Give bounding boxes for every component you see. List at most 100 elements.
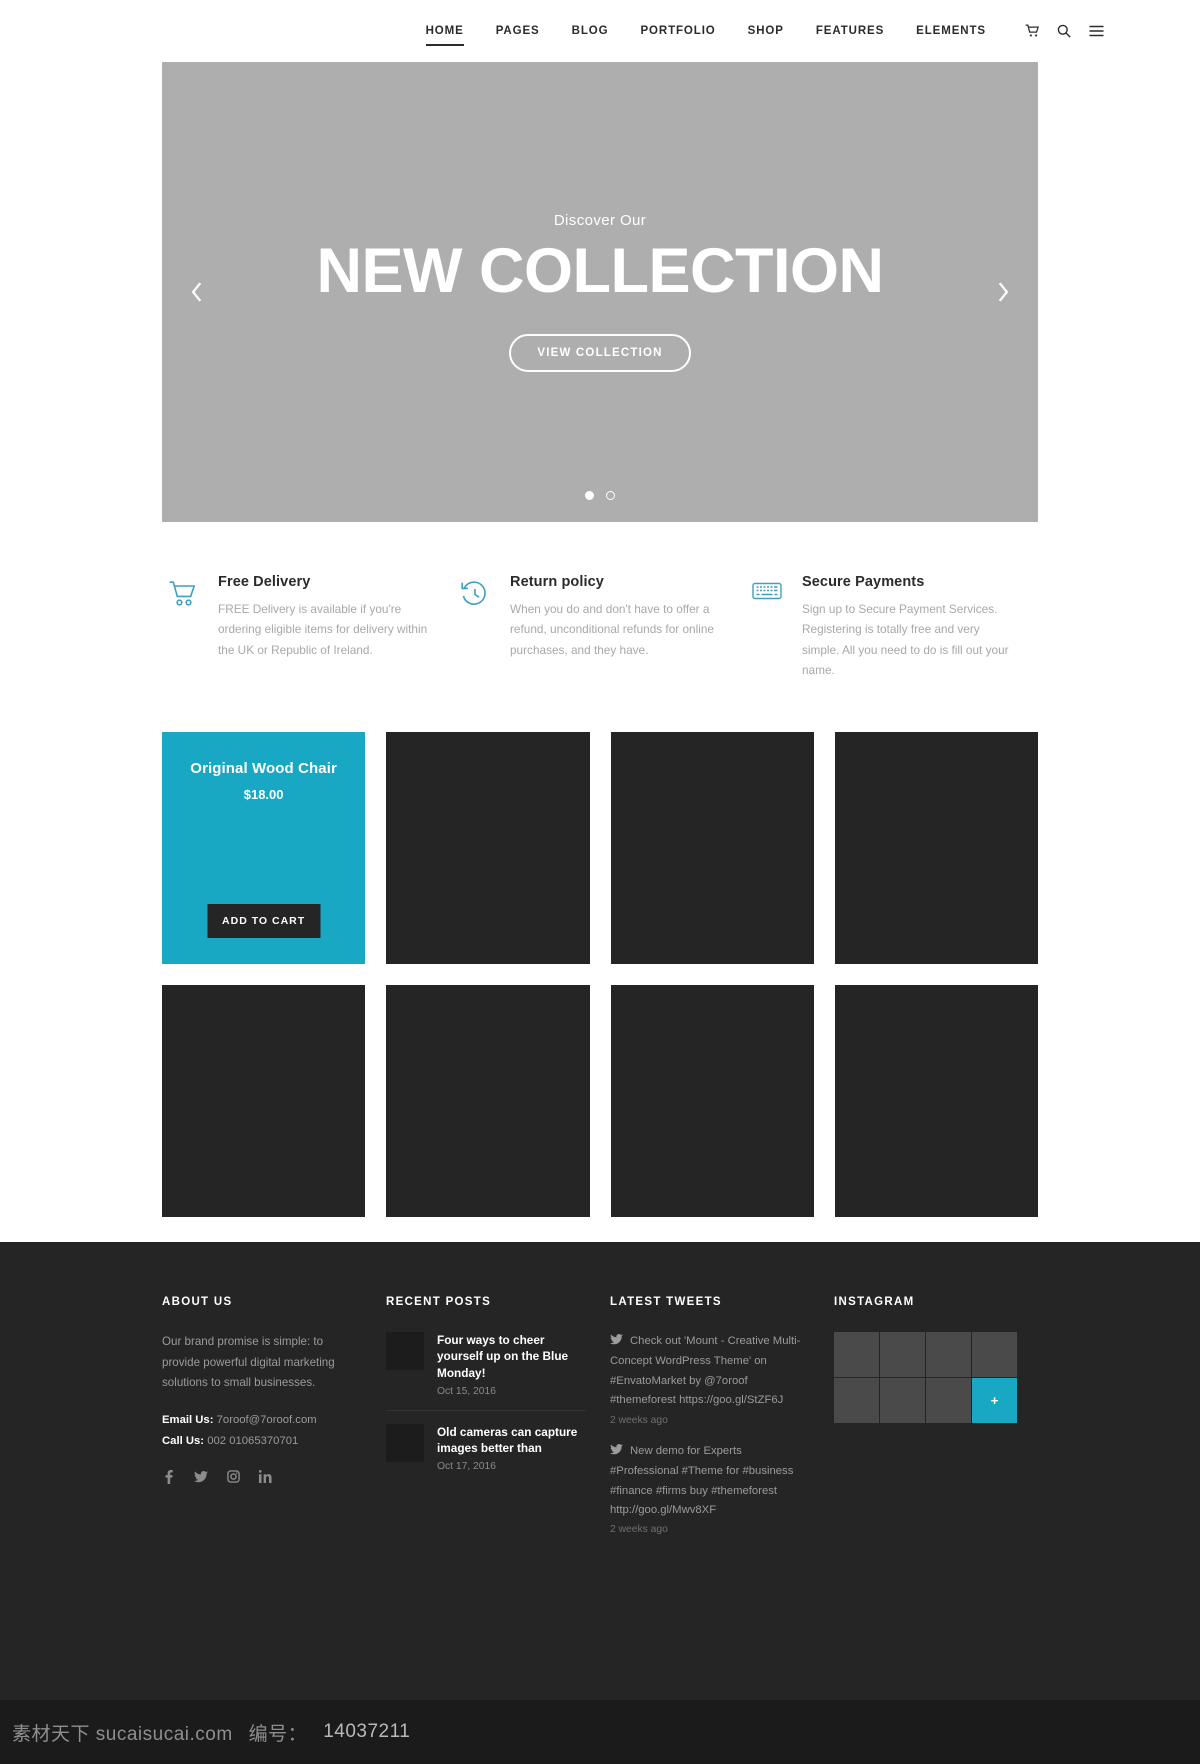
tweet-timestamp: 2 weeks ago (610, 1414, 668, 1426)
watermark-bar: 素材天下 sucaisucai.com 编号： 14037211 (0, 1700, 1200, 1764)
nav-item-elements[interactable]: ELEMENTS (900, 25, 1002, 37)
product-card[interactable] (834, 732, 1038, 965)
nav-item-pages[interactable]: PAGES (480, 25, 556, 37)
facebook-icon[interactable] (162, 1469, 176, 1484)
feature-text: When you do and don't have to offer a re… (510, 602, 714, 657)
cart-icon[interactable] (1016, 16, 1048, 46)
instagram-more-tile[interactable]: + (972, 1378, 1017, 1423)
instagram-tile[interactable] (834, 1378, 879, 1423)
footer-latest-tweets: LATEST TWEETS Check out 'Mount - Creativ… (610, 1296, 810, 1551)
post-date: Oct 17, 2016 (437, 1461, 496, 1473)
instagram-grid: + (834, 1332, 1034, 1423)
feature-title: Return policy (510, 574, 604, 590)
shopping-cart-icon (162, 574, 204, 680)
product-card[interactable] (386, 985, 590, 1218)
tweet-text: New demo for Experts #Professional #Them… (610, 1444, 794, 1516)
site-footer: ABOUT US Our brand promise is simple: to… (0, 1242, 1200, 1700)
phone-row: Call Us: 002 01065370701 (162, 1431, 362, 1452)
product-card[interactable] (162, 985, 366, 1218)
footer-instagram: INSTAGRAM + (834, 1296, 1034, 1551)
post-body: Old cameras can capture images better th… (437, 1424, 586, 1473)
post-thumbnail (386, 1332, 424, 1370)
email-value[interactable]: 7oroof@7oroof.com (217, 1414, 317, 1426)
tweet-item: Check out 'Mount - Creative Multi-Concep… (610, 1332, 810, 1426)
page-root: HOME PAGES BLOG PORTFOLIO SHOP FEATURES … (0, 0, 1200, 1764)
post-title[interactable]: Four ways to cheer yourself up on the Bl… (437, 1332, 586, 1381)
slider-pagination (162, 491, 1038, 500)
hero-slider: Discover Our NEW COLLECTION VIEW COLLECT… (162, 62, 1038, 522)
watermark-site: 素材天下 sucaisucai.com (12, 1723, 233, 1745)
view-collection-button[interactable]: VIEW COLLECTION (509, 333, 691, 372)
site-header: HOME PAGES BLOG PORTFOLIO SHOP FEATURES … (0, 0, 1200, 62)
feature-secure-payments: Secure Payments Sign up to Secure Paymen… (746, 574, 1038, 680)
product-card[interactable] (610, 985, 814, 1218)
features-section: Free Delivery FREE Delivery is available… (162, 522, 1038, 680)
instagram-tile[interactable] (926, 1332, 971, 1377)
instagram-icon[interactable] (226, 1470, 240, 1484)
nav-item-home[interactable]: HOME (410, 25, 480, 46)
phone-value: 002 01065370701 (207, 1434, 299, 1447)
slider-dot-2[interactable] (606, 491, 615, 500)
tweet-item: New demo for Experts #Professional #Them… (610, 1442, 810, 1536)
tweet-text-row: New demo for Experts #Professional #Them… (610, 1442, 810, 1521)
footer-section-title: RECENT POSTS (386, 1296, 492, 1308)
feature-return-policy: Return policy When you do and don't have… (454, 574, 746, 680)
footer-recent-posts: RECENT POSTS Four ways to cheer yourself… (386, 1296, 586, 1551)
search-icon[interactable] (1048, 16, 1080, 46)
twitter-bird-icon (610, 1443, 623, 1462)
feature-text: Sign up to Secure Payment Services. Regi… (802, 602, 1009, 677)
feature-body: Free Delivery FREE Delivery is available… (218, 574, 436, 680)
post-title[interactable]: Old cameras can capture images better th… (437, 1424, 586, 1457)
footer-section-title: ABOUT US (162, 1296, 233, 1308)
product-card[interactable] (386, 732, 590, 965)
tweet-text-row: Check out 'Mount - Creative Multi-Concep… (610, 1332, 810, 1411)
hero-eyebrow: Discover Our (553, 212, 647, 230)
contact-info: Email Us: 7oroof@7oroof.com Call Us: 002… (162, 1410, 362, 1452)
twitter-icon[interactable] (194, 1470, 208, 1484)
feature-title: Secure Payments (802, 574, 925, 590)
linkedin-icon[interactable] (258, 1470, 272, 1484)
instagram-tile[interactable] (972, 1332, 1017, 1377)
hero-title: NEW COLLECTION (316, 236, 884, 307)
email-row: Email Us: 7oroof@7oroof.com (162, 1410, 362, 1431)
slider-next-arrow-icon[interactable] (986, 275, 1020, 309)
product-card[interactable] (610, 732, 814, 965)
hamburger-menu-icon[interactable] (1080, 16, 1112, 46)
product-name: Original Wood Chair (190, 760, 337, 778)
footer-section-title: INSTAGRAM (834, 1296, 915, 1308)
hero-content: Discover Our NEW COLLECTION VIEW COLLECT… (162, 62, 1038, 522)
nav-item-portfolio[interactable]: PORTFOLIO (624, 25, 731, 37)
email-label: Email Us: (162, 1413, 214, 1426)
about-us-text: Our brand promise is simple: to provide … (162, 1335, 335, 1390)
instagram-tile[interactable] (880, 1378, 925, 1423)
post-thumbnail (386, 1423, 424, 1462)
nav-item-shop[interactable]: SHOP (732, 25, 800, 37)
twitter-bird-icon (610, 1333, 623, 1352)
instagram-tile[interactable] (880, 1332, 925, 1377)
product-price: $18.00 (243, 787, 284, 803)
add-to-cart-button[interactable]: ADD TO CART (207, 904, 321, 939)
instagram-tile[interactable] (834, 1332, 879, 1377)
tweet-timestamp: 2 weeks ago (610, 1524, 668, 1536)
keyboard-icon (746, 574, 788, 680)
return-clock-icon (454, 574, 496, 680)
feature-body: Secure Payments Sign up to Secure Paymen… (802, 574, 1020, 680)
product-card-featured[interactable]: Original Wood Chair $18.00 ADD TO CART (162, 732, 366, 965)
nav-item-blog[interactable]: BLOG (556, 25, 625, 37)
tweet-text: Check out 'Mount - Creative Multi-Concep… (610, 1335, 801, 1407)
slider-dot-1[interactable] (585, 491, 594, 500)
slider-prev-arrow-icon[interactable] (180, 275, 214, 309)
recent-post-item[interactable]: Four ways to cheer yourself up on the Bl… (386, 1332, 586, 1411)
feature-body: Return policy When you do and don't have… (510, 574, 728, 680)
feature-text: FREE Delivery is available if you're ord… (218, 602, 428, 657)
product-grid: Original Wood Chair $18.00 ADD TO CART (162, 680, 1038, 1218)
recent-post-item[interactable]: Old cameras can capture images better th… (386, 1423, 586, 1486)
instagram-tile[interactable] (926, 1378, 971, 1423)
watermark-id-label: 编号： (248, 1723, 308, 1745)
product-card[interactable] (834, 985, 1038, 1218)
phone-label: Call Us: (162, 1434, 205, 1447)
feature-title: Free Delivery (218, 574, 311, 590)
main-navigation: HOME PAGES BLOG PORTFOLIO SHOP FEATURES … (410, 25, 1002, 46)
nav-item-features[interactable]: FEATURES (800, 25, 900, 37)
watermark-id-value: 14037211 (323, 1721, 411, 1742)
